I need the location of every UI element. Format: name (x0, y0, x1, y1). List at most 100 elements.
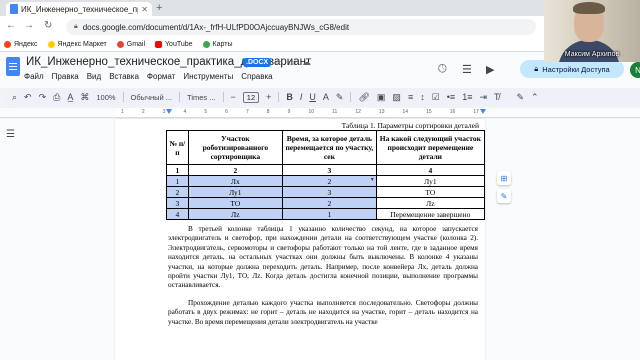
star-icon[interactable]: ☆ (274, 57, 282, 68)
table-cell[interactable]: Лу1 (375, 175, 486, 187)
menu-help[interactable]: Справка (241, 72, 272, 81)
ruler-number: 10 (308, 109, 315, 115)
bookmark-gmail[interactable]: Gmail (116, 41, 145, 48)
cell-dropdown-icon[interactable]: ▾ (371, 176, 374, 185)
paint-format-icon[interactable]: ⌘ (80, 92, 89, 103)
ruler[interactable]: 1 2 3 4 5 6 7 8 9 10 11 12 13 14 15 16 17 (0, 108, 640, 118)
print-icon[interactable]: ⎙ (53, 92, 60, 103)
close-tab-icon[interactable]: ✕ (141, 5, 148, 14)
ruler-number: 6 (225, 109, 228, 115)
collapse-menu-icon[interactable]: ⌃ (531, 92, 539, 103)
bookmark-yandex-market[interactable]: Яндекс Маркет (47, 41, 107, 48)
style-select[interactable]: Обычный ... (131, 93, 172, 102)
font-select[interactable]: Times ... (187, 93, 215, 102)
back-icon[interactable]: ← (6, 20, 16, 31)
link-icon[interactable]: 🔗︎ (358, 92, 369, 103)
table-cell[interactable]: 2 (187, 164, 283, 176)
table-cell[interactable]: 2 ▾ (281, 175, 377, 187)
menu-view[interactable]: Вид (87, 72, 101, 81)
increase-font-icon[interactable]: + (266, 92, 271, 102)
right-indent-marker[interactable] (480, 109, 486, 114)
outline-icon[interactable]: ☰ (6, 129, 15, 140)
search-menus-icon[interactable]: ⌕ (12, 92, 17, 103)
table-cell[interactable]: 1 (166, 175, 189, 187)
menu-file[interactable]: Файл (24, 72, 44, 81)
table-cell[interactable]: 2 (166, 186, 189, 198)
document-page[interactable]: Таблица 1. Параметры сортировки деталей … (115, 119, 486, 360)
move-folder-icon[interactable]: ▭ (288, 57, 297, 68)
indent-icon[interactable]: ⇥ (479, 92, 487, 103)
share-button[interactable]: 🔒︎ Настройки Доступа (520, 60, 624, 78)
table-cell[interactable]: 1 (166, 164, 189, 176)
table-cell[interactable]: Лz (375, 197, 486, 209)
table-cell[interactable]: 2 (281, 197, 377, 209)
forward-icon[interactable]: → (24, 20, 34, 31)
table-cell[interactable]: 4 (375, 164, 486, 176)
zoom-select[interactable]: 100% (96, 93, 115, 102)
highlight-icon[interactable]: ✎ (336, 92, 344, 103)
parameters-table[interactable]: № п/п Участок роботизированного сортиров… (166, 130, 486, 220)
table-cell[interactable]: 3 (166, 197, 189, 209)
table-cell[interactable]: 1 (281, 208, 377, 220)
body-paragraph[interactable]: В третьей колонке таблицы 1 указанно кол… (168, 225, 478, 291)
header-cell[interactable]: № п/п (166, 130, 189, 165)
address-bar[interactable]: 🔒︎ docs.google.com/document/d/1Ax-_frfH-… (66, 19, 536, 35)
bookmark-maps[interactable]: Карты (202, 41, 233, 48)
left-indent-marker[interactable] (166, 109, 172, 114)
add-comment-icon[interactable]: ⊞ (497, 171, 511, 185)
comments-icon[interactable]: ☰ (462, 63, 472, 76)
table-cell[interactable]: ТО (375, 186, 486, 198)
redo-icon[interactable]: ↷ (39, 92, 47, 103)
table-cell[interactable]: Перемещение завершено (375, 208, 486, 220)
table-cell[interactable]: ТО (187, 197, 283, 209)
browser-tab[interactable]: ИК_Инженерно_техническое_практ ✕ (6, 2, 152, 16)
menu-edit[interactable]: Правка (52, 72, 79, 81)
table-cell[interactable]: Лу1 (187, 186, 283, 198)
bullet-list-icon[interactable]: •≡ (447, 92, 455, 102)
bookmark-youtube[interactable]: YouTube (155, 41, 193, 48)
docx-badge: .DOCX (243, 58, 272, 67)
avatar[interactable]: N (630, 62, 640, 78)
text-color-icon[interactable]: A (323, 92, 329, 102)
table-cell[interactable]: 3 (281, 186, 377, 198)
spellcheck-icon[interactable]: A̲ (67, 92, 73, 102)
clear-format-icon[interactable]: T̸ (494, 92, 500, 102)
youtube-icon (155, 41, 163, 48)
header-cell[interactable]: Участок роботизированного сортировщика (187, 130, 283, 165)
table-cell[interactable]: 3 (281, 164, 377, 176)
decrease-font-icon[interactable]: − (231, 92, 236, 102)
menu-format[interactable]: Формат (147, 72, 175, 81)
undo-icon[interactable]: ↶ (24, 92, 32, 103)
font-size-input[interactable]: 12 (242, 91, 260, 103)
docs-logo-icon[interactable] (6, 57, 20, 76)
italic-icon[interactable]: I (300, 92, 303, 102)
table-cell[interactable]: Лz (187, 208, 283, 220)
new-tab-icon[interactable]: + (156, 2, 162, 14)
history-icon[interactable]: 🕓︎ (438, 63, 447, 76)
menu-tools[interactable]: Инструменты (183, 72, 233, 81)
bold-icon[interactable]: B (286, 92, 293, 102)
ruler-number: 2 (141, 109, 145, 115)
line-spacing-icon[interactable]: ↕ (420, 92, 425, 102)
menu-bar: Файл Правка Вид Вставка Формат Инструмен… (24, 72, 273, 81)
body-paragraph[interactable]: Прохождение деталью каждого участка выпо… (168, 299, 478, 327)
header-cell[interactable]: На какой следующий участок происходит пе… (375, 130, 486, 165)
reload-icon[interactable]: ↻ (44, 20, 52, 31)
comment-icon[interactable]: ▣ (377, 92, 386, 103)
checklist-icon[interactable]: ☑ (432, 92, 440, 103)
table-cell[interactable]: Лх (187, 175, 283, 187)
image-icon[interactable]: ▨ (392, 92, 401, 103)
menu-insert[interactable]: Вставка (109, 72, 139, 81)
suggest-edit-icon[interactable]: ✎ (497, 189, 511, 203)
edit-mode-icon[interactable]: ✎ (517, 92, 525, 103)
align-icon[interactable]: ≡ (408, 92, 413, 102)
table-row: 1 Лх 2 ▾ Лу1 (166, 175, 486, 187)
header-cell[interactable]: Время, за которое деталь перемещается по… (281, 130, 377, 165)
underline-icon[interactable]: U (309, 92, 316, 102)
table-cell[interactable]: 4 (166, 208, 189, 220)
table-caption: Таблица 1. Параметры сортировки деталей (341, 121, 479, 130)
bookmark-yandex[interactable]: Яндекс (4, 41, 38, 48)
meet-icon[interactable]: ▶ (486, 63, 494, 76)
numbered-list-icon[interactable]: 1≡ (462, 92, 472, 102)
ruler-number: 13 (378, 109, 385, 115)
